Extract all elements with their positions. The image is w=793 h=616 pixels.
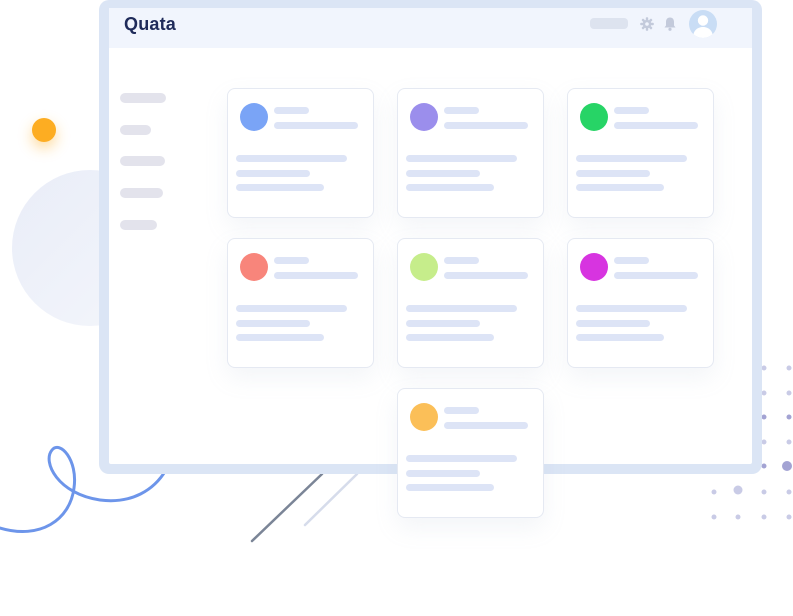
card-title-placeholder xyxy=(444,272,528,279)
card-text-placeholder xyxy=(576,334,664,341)
card-avatar xyxy=(580,103,608,131)
card-title-placeholder xyxy=(444,107,479,114)
card-title-placeholder xyxy=(614,272,698,279)
card-text-placeholder xyxy=(406,155,517,162)
card-text-placeholder xyxy=(406,484,494,491)
card-text-placeholder xyxy=(576,155,687,162)
topbar-placeholder xyxy=(590,18,628,29)
card-avatar xyxy=(580,253,608,281)
user-avatar-icon[interactable] xyxy=(689,10,717,38)
card-text-placeholder xyxy=(406,320,480,327)
card-title-placeholder xyxy=(274,122,358,129)
bell-icon[interactable] xyxy=(662,16,678,32)
card-text-placeholder xyxy=(406,455,517,462)
card-5[interactable] xyxy=(397,238,544,368)
gear-icon[interactable] xyxy=(639,16,655,32)
card-text-placeholder xyxy=(236,170,310,177)
card-text-placeholder xyxy=(236,305,347,312)
card-1[interactable] xyxy=(227,88,374,218)
card-title-placeholder xyxy=(274,272,358,279)
card-avatar xyxy=(410,253,438,281)
card-3[interactable] xyxy=(567,88,714,218)
card-avatar xyxy=(410,103,438,131)
card-title-placeholder xyxy=(444,257,479,264)
card-text-placeholder xyxy=(576,184,664,191)
card-title-placeholder xyxy=(614,107,649,114)
card-text-placeholder xyxy=(236,155,347,162)
sidebar-item-2[interactable] xyxy=(120,125,151,135)
card-text-placeholder xyxy=(406,305,517,312)
card-text-placeholder xyxy=(236,320,310,327)
sidebar-item-3[interactable] xyxy=(120,156,165,166)
top-bar: Quata xyxy=(109,8,752,48)
card-title-placeholder xyxy=(274,107,309,114)
card-text-placeholder xyxy=(406,470,480,477)
sidebar-item-5[interactable] xyxy=(120,220,157,230)
brand-logo[interactable]: Quata xyxy=(124,14,176,35)
card-text-placeholder xyxy=(576,320,650,327)
card-title-placeholder xyxy=(274,257,309,264)
decorative-line-dark xyxy=(250,472,324,543)
card-text-placeholder xyxy=(576,305,687,312)
card-title-placeholder xyxy=(614,257,649,264)
card-avatar xyxy=(240,103,268,131)
card-title-placeholder xyxy=(614,122,698,129)
card-4[interactable] xyxy=(227,238,374,368)
card-avatar xyxy=(240,253,268,281)
card-text-placeholder xyxy=(236,184,324,191)
sidebar-item-4[interactable] xyxy=(120,188,163,198)
card-7[interactable] xyxy=(397,388,544,518)
card-text-placeholder xyxy=(576,170,650,177)
card-avatar xyxy=(410,403,438,431)
card-text-placeholder xyxy=(236,334,324,341)
card-title-placeholder xyxy=(444,122,528,129)
card-6[interactable] xyxy=(567,238,714,368)
card-text-placeholder xyxy=(406,170,480,177)
sidebar-item-1[interactable] xyxy=(120,93,166,103)
card-title-placeholder xyxy=(444,407,479,414)
card-title-placeholder xyxy=(444,422,528,429)
card-text-placeholder xyxy=(406,334,494,341)
card-2[interactable] xyxy=(397,88,544,218)
card-text-placeholder xyxy=(406,184,494,191)
